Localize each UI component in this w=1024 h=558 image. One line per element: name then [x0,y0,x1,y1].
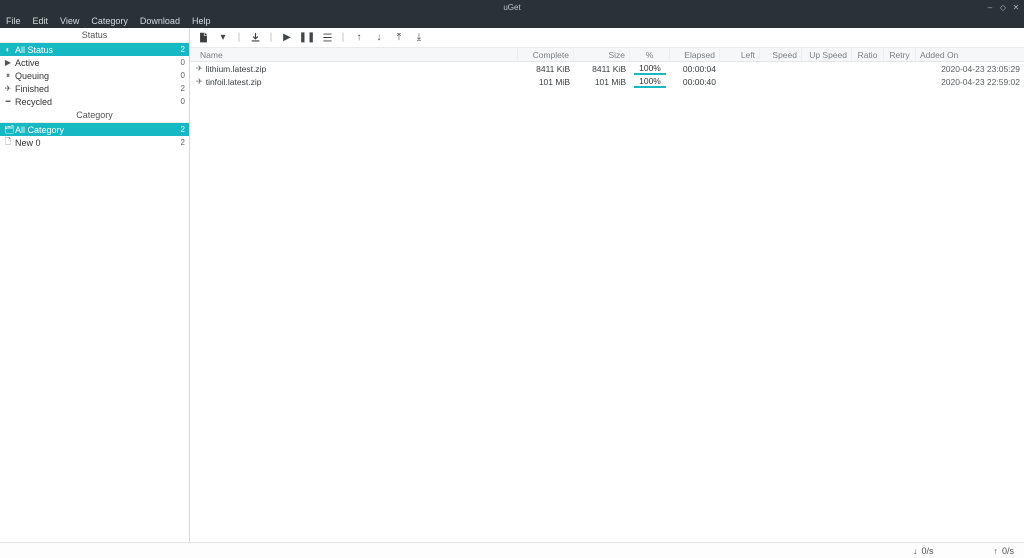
finished-icon: ✈ [196,64,203,73]
status-count: 2 [181,84,185,93]
separator-icon: | [268,31,274,45]
up-speed-value: 0/s [1002,546,1014,556]
status-count: 0 [181,71,185,80]
status-icon: ◐ [4,45,12,54]
col-elapsed[interactable]: Elapsed [670,48,720,61]
menu-download[interactable]: Download [140,16,180,26]
category-icon: 🗂 [4,125,12,134]
status-section-header: Status [0,28,189,43]
col-size[interactable]: Size [574,48,630,61]
category-item-all-category[interactable]: 🗂All Category 2 [0,123,189,136]
properties-icon[interactable] [320,31,334,45]
category-label: New 0 [15,138,41,148]
status-label: Active [15,58,40,68]
table-row[interactable]: ✈tinfoil.latest.zip 101 MiB101 MiB 100% 00:… [190,75,1024,88]
col-upspeed[interactable]: Up Speed [802,48,852,61]
cell-added: 2020-04-23 22:59:02 [916,77,1024,87]
status-icon: ✈ [4,84,12,93]
down-arrow-icon: ↓ [913,546,918,556]
status-item-queuing[interactable]: ⏸Queuing 0 [0,69,189,82]
status-item-active[interactable]: ▶Active 0 [0,56,189,69]
category-count: 2 [181,125,185,134]
menu-view[interactable]: View [60,16,79,26]
menubar: File Edit View Category Download Help [0,14,1024,28]
new-download-icon[interactable] [196,31,210,45]
column-headers: Name Complete Size % Elapsed Left Speed … [190,48,1024,62]
minimize-icon[interactable]: – [986,3,994,11]
cell-complete: 101 MiB [518,77,574,87]
save-icon[interactable] [248,31,262,45]
cell-added: 2020-04-23 23:05:29 [916,64,1024,74]
col-speed[interactable]: Speed [760,48,802,61]
status-label: Queuing [15,71,49,81]
col-retry[interactable]: Retry [884,48,916,61]
file-name: tinfoil.latest.zip [206,77,262,87]
dropdown-icon[interactable]: ▾ [216,31,230,45]
category-label: All Category [15,125,64,135]
status-count: 0 [181,97,185,106]
status-icon: ━ [4,97,12,106]
menu-help[interactable]: Help [192,16,211,26]
category-icon: 🗋 [4,136,12,150]
cell-size: 101 MiB [574,77,630,87]
up-arrow-icon: ↑ [993,546,998,556]
cell-elapsed: 00:00:04 [670,64,720,74]
main-area: ▾ | | ▶ ❚❚ | ↑ ↓ ⤒ ⤓ Name Complete Size … [190,28,1024,542]
category-count: 2 [181,138,185,147]
status-icon: ▶ [4,58,12,67]
statusbar: ↓ 0/s ↑ 0/s [0,542,1024,558]
col-added[interactable]: Added On [916,48,1024,61]
titlebar: uGet – ◇ ✕ [0,0,1024,14]
category-item-new-0[interactable]: 🗋New 0 2 [0,136,189,149]
status-item-recycled[interactable]: ━Recycled 0 [0,95,189,108]
sidebar: Status ◐All Status 2 ▶Active 0 ⏸Queuing 0 ✈Fin… [0,28,190,542]
cell-percent: 100% [634,76,666,88]
menu-category[interactable]: Category [91,16,128,26]
close-icon[interactable]: ✕ [1012,3,1020,11]
status-icon: ⏸ [4,71,12,81]
cell-percent: 100% [634,63,666,75]
pause-icon[interactable]: ❚❚ [300,31,314,45]
play-icon[interactable]: ▶ [280,31,294,45]
col-percent[interactable]: % [630,48,670,61]
down-speed-indicator: ↓ 0/s [913,546,934,556]
col-complete[interactable]: Complete [518,48,574,61]
status-item-all-status[interactable]: ◐All Status 2 [0,43,189,56]
table-row[interactable]: ✈lithium.latest.zip 8411 KiB8411 KiB 100% 0… [190,62,1024,75]
down-speed-value: 0/s [921,546,933,556]
cell-size: 8411 KiB [574,64,630,74]
file-name: lithium.latest.zip [206,64,266,74]
finished-icon: ✈ [196,77,203,86]
col-name[interactable]: Name [190,48,518,61]
status-count: 0 [181,58,185,67]
toolbar: ▾ | | ▶ ❚❚ | ↑ ↓ ⤒ ⤓ [190,28,1024,48]
category-section-header: Category [0,108,189,123]
status-item-finished[interactable]: ✈Finished 2 [0,82,189,95]
up-speed-indicator: ↑ 0/s [993,546,1014,556]
status-label: All Status [15,45,53,55]
col-left[interactable]: Left [720,48,760,61]
separator-icon: | [340,31,346,45]
status-count: 2 [181,45,185,54]
download-list: ✈lithium.latest.zip 8411 KiB8411 KiB 100% 0… [190,62,1024,542]
cell-complete: 8411 KiB [518,64,574,74]
status-label: Finished [15,84,49,94]
maximize-icon[interactable]: ◇ [999,3,1007,11]
move-top-icon[interactable]: ⤒ [392,31,406,45]
cell-elapsed: 00:00:40 [670,77,720,87]
window-title: uGet [503,3,520,12]
move-bottom-icon[interactable]: ⤓ [412,31,426,45]
menu-edit[interactable]: Edit [33,16,49,26]
col-ratio[interactable]: Ratio [852,48,884,61]
separator-icon: | [236,31,242,45]
menu-file[interactable]: File [6,16,21,26]
move-down-icon[interactable]: ↓ [372,31,386,45]
move-up-icon[interactable]: ↑ [352,31,366,45]
status-label: Recycled [15,97,52,107]
